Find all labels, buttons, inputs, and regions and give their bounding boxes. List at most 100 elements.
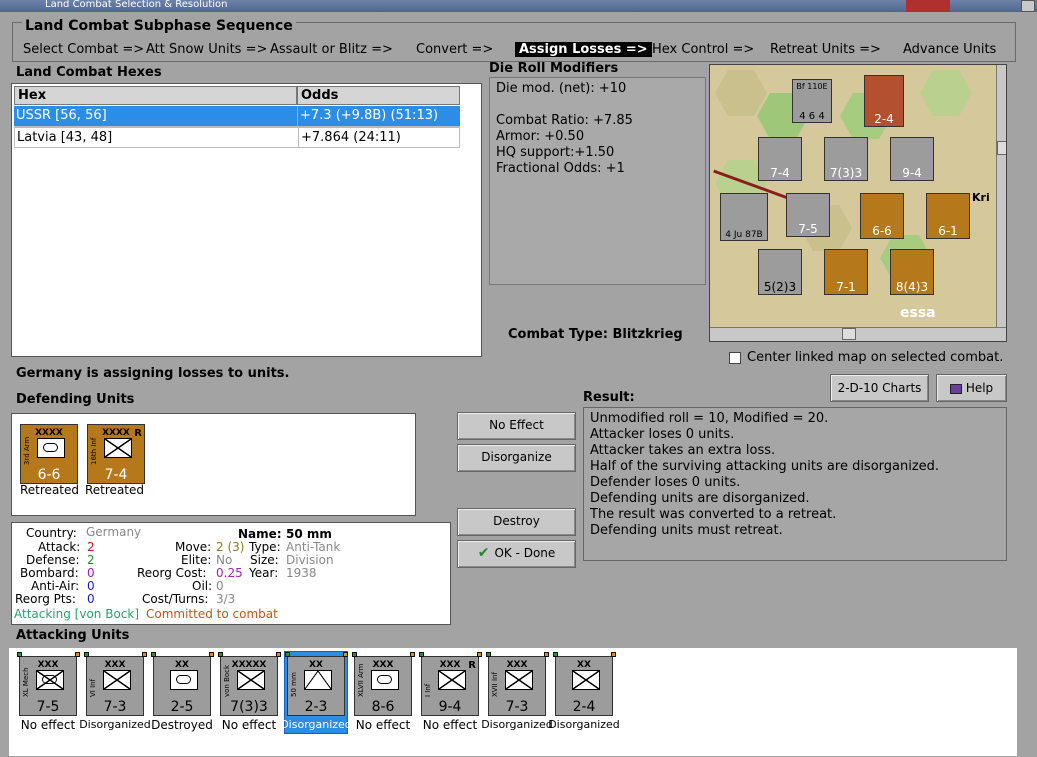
close-icon[interactable] <box>1021 0 1035 12</box>
no-effect-button[interactable]: No Effect <box>457 412 576 440</box>
attacking-unit[interactable]: XXX XL Mech 7-5 <box>19 656 77 716</box>
linked-map[interactable]: Bf 110E 4 6 4 2-4 7-4 7(3)3 9-4 4 Ju 87B … <box>709 64 1007 342</box>
costturns-value: 3/3 <box>216 592 236 606</box>
unit-info-panel: Country: Germany Name: 50 mm Attack: 2 D… <box>11 522 451 625</box>
defending-unit[interactable]: XXXX 16th Inf R 7-4 <box>87 424 145 484</box>
defending-unit[interactable]: XXXX 3rd Arm 6-6 <box>20 424 78 484</box>
modifier-line: Fractional Odds: +1 <box>496 161 625 176</box>
supply-pip-icon <box>486 652 491 657</box>
table-row[interactable]: Latvia [43, 48] +7.864 (24:11) <box>14 127 460 148</box>
modifier-line: Armor: +0.50 <box>496 129 585 144</box>
map-label: Kri <box>972 191 990 204</box>
result-line: Attacker loses 0 units. <box>590 427 735 442</box>
status-pip-icon <box>75 652 80 657</box>
help-button[interactable]: Help <box>936 374 1007 402</box>
unit-values: 2-5 <box>170 699 194 715</box>
map-label: essa <box>900 305 936 321</box>
map-counter[interactable]: 6-1 <box>926 193 970 239</box>
map-counter-combat[interactable]: 6-6 <box>860 193 904 239</box>
unit-values: 7(3)3 <box>230 699 268 715</box>
unit-status: Disorganized <box>280 718 352 731</box>
hex-cell: Latvia [43, 48] <box>17 130 113 145</box>
infantry-symbol-icon <box>505 670 533 690</box>
attacking-unit[interactable]: XXX VI Inf 7-3 <box>86 656 144 716</box>
map-counter[interactable]: 9-4 <box>890 137 934 181</box>
defending-title: Defending Units <box>16 392 135 407</box>
attacking-unit[interactable]: XXX XLVII Arm 8-6 <box>354 656 412 716</box>
unit-values: 7-5 <box>36 699 60 715</box>
map-counter[interactable]: 7-4 <box>758 137 802 181</box>
modifier-line: HQ support:+1.50 <box>496 145 615 160</box>
unit-values: 6-6 <box>37 467 61 483</box>
map-counter-aircraft[interactable]: 4 Ju 87B <box>720 193 768 241</box>
unit-size: XX <box>309 660 323 670</box>
hex-cell: USSR [56, 56] <box>16 108 107 123</box>
map-counter[interactable]: 7(3)3 <box>824 137 868 181</box>
table-row[interactable]: USSR [56, 56] +7.3 (+9.8B) (51:13) <box>14 106 460 127</box>
map-hscroll-thumb[interactable] <box>842 328 856 340</box>
status-pip-icon <box>410 652 415 657</box>
armor-symbol-icon <box>371 670 399 690</box>
modifier-line <box>496 97 699 113</box>
unit-name: XLVII Arm <box>357 663 365 697</box>
status-pip-icon <box>544 652 549 657</box>
result-title: Result: <box>583 390 635 405</box>
attacking-unit[interactable]: XXX I Inf R 9-4 <box>421 656 479 716</box>
committed-status: Committed to combat <box>146 607 278 621</box>
charts-button[interactable]: 2-D-10 Charts <box>830 374 929 402</box>
map-counter[interactable]: 7-5 <box>786 193 830 237</box>
unit-name: VI Inf <box>89 678 97 697</box>
window-title-bar[interactable]: Land Combat Selection & Resolution <box>0 0 1037 12</box>
supply-pip-icon <box>352 652 357 657</box>
map-vscroll-thumb[interactable] <box>997 141 1006 155</box>
column-header-hex[interactable]: Hex <box>14 86 297 105</box>
reserve-tag: R <box>468 660 476 671</box>
seq-att-snow-units: Att Snow Units => <box>146 42 268 57</box>
modifiers-title: Die Roll Modifiers <box>489 61 619 76</box>
supply-pip-icon <box>553 652 558 657</box>
result-line: Defender loses 0 units. <box>590 475 741 490</box>
unit-status: Disorganized <box>548 718 620 731</box>
unit-status: Retreated <box>20 483 79 497</box>
modifier-line: Die mod. (net): +10 <box>496 81 627 96</box>
unit-status: No effect <box>422 718 478 732</box>
supply-pip-icon <box>151 652 156 657</box>
column-header-odds[interactable]: Odds <box>297 86 460 105</box>
attacking-unit[interactable]: XX 50 mm 2-3 <box>287 656 345 716</box>
unit-status: No effect <box>20 718 76 732</box>
attacking-status: Attacking [von Bock] <box>14 607 140 621</box>
unit-values: 7-3 <box>505 699 529 715</box>
seq-assign-losses: Assign Losses => <box>515 42 652 57</box>
map-counter[interactable]: 2-4 <box>864 75 904 127</box>
map-counter-aircraft[interactable]: Bf 110E 4 6 4 <box>792 79 832 123</box>
attacking-unit[interactable]: XXXXX von Bock 7(3)3 <box>220 656 278 716</box>
center-map-checkbox[interactable] <box>729 352 741 364</box>
result-line: Defending units must retreat. <box>590 523 783 538</box>
hexes-title: Land Combat Hexes <box>16 65 162 80</box>
attacking-unit[interactable]: XX 2-4 <box>555 656 613 716</box>
map-counter[interactable]: 7-1 <box>824 249 868 295</box>
hexes-table: Hex Odds USSR [56, 56] +7.3 (+9.8B) (51:… <box>11 83 482 357</box>
map-counter[interactable]: 8(4)3 <box>890 249 934 295</box>
attacking-unit[interactable]: XX 2-5 <box>153 656 211 716</box>
antitank-symbol-icon <box>304 670 332 690</box>
status-pip-icon <box>276 652 281 657</box>
attacking-unit[interactable]: XXX XVII Inf 7-3 <box>488 656 546 716</box>
disorganize-button[interactable]: Disorganize <box>457 444 576 472</box>
result-line: Defending units are disorganized. <box>590 491 810 506</box>
map-hscrollbar[interactable] <box>710 327 1006 341</box>
unit-size: XXX <box>506 660 528 670</box>
ok-done-button[interactable]: ✔ OK - Done <box>457 540 576 568</box>
unit-name: XL Mech <box>22 667 30 697</box>
map-counter[interactable]: 5(2)3 <box>758 249 802 295</box>
year-label: Year: <box>249 566 279 580</box>
reorgpts-label: Reorg Pts: <box>15 592 76 606</box>
status-pip-icon <box>142 652 147 657</box>
unit-values: 7-4 <box>104 467 128 483</box>
unit-size: XX <box>577 660 591 670</box>
destroy-button[interactable]: Destroy <box>457 508 576 536</box>
infantry-symbol-icon <box>103 670 131 690</box>
mech-symbol-icon <box>36 670 64 690</box>
odds-cell: +7.3 (+9.8B) (51:13) <box>297 106 438 126</box>
map-vscrollbar[interactable] <box>996 65 1006 327</box>
